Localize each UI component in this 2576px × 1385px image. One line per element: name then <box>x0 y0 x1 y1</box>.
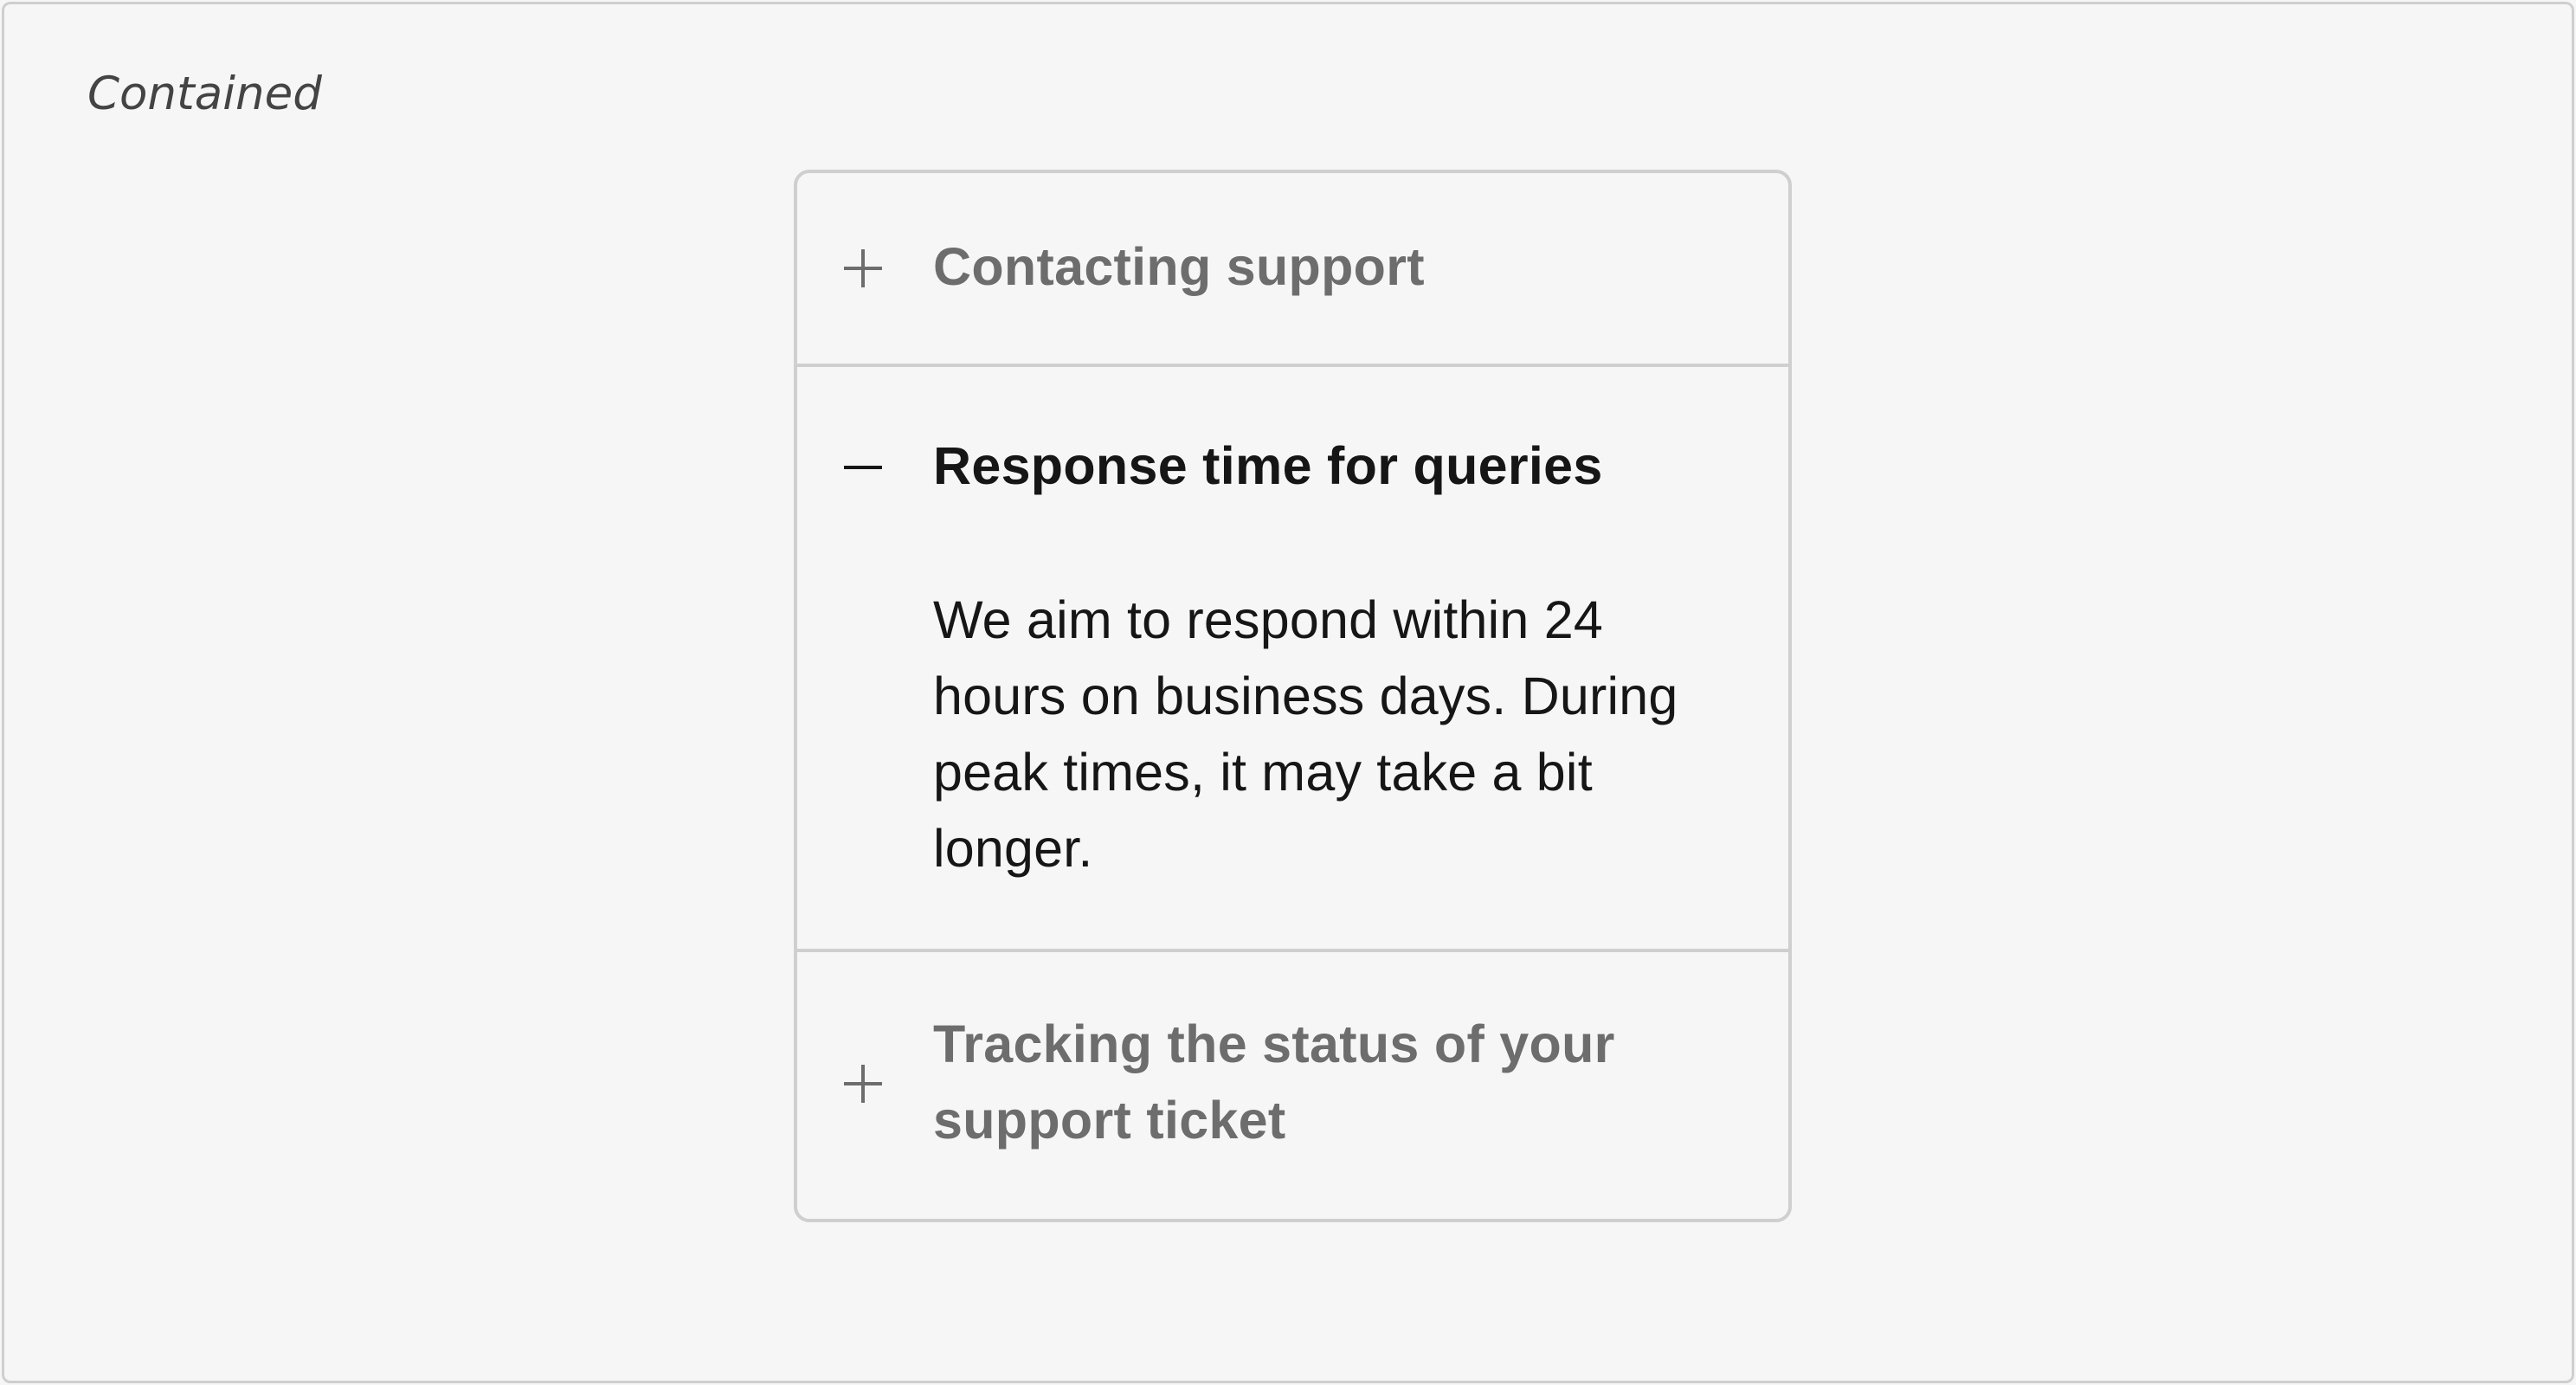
accordion-header-response-time[interactable]: Response time for queries <box>797 367 1788 564</box>
accordion-title: Tracking the status of your support tick… <box>933 1015 1615 1150</box>
accordion-item-contacting-support: Contacting support <box>797 173 1788 367</box>
plus-icon <box>844 249 882 287</box>
accordion-item-tracking-status: Tracking the status of your support tick… <box>797 952 1788 1219</box>
accordion-title: Response time for queries <box>933 436 1603 495</box>
minus-icon <box>844 466 882 469</box>
accordion-title: Contacting support <box>933 237 1425 296</box>
accordion-header-tracking-status[interactable]: Tracking the status of your support tick… <box>797 952 1788 1215</box>
accordion: Contacting support Response time for que… <box>794 170 1792 1222</box>
accordion-item-response-time: Response time for queries We aim to resp… <box>797 367 1788 952</box>
accordion-panel-content: We aim to respond within 24 hours on bus… <box>933 590 1678 878</box>
accordion-header-contacting-support[interactable]: Contacting support <box>797 173 1788 364</box>
example-frame: Contained Contacting support Response ti… <box>2 2 2574 1383</box>
variant-label: Contained <box>87 68 322 120</box>
plus-icon <box>844 1065 882 1103</box>
